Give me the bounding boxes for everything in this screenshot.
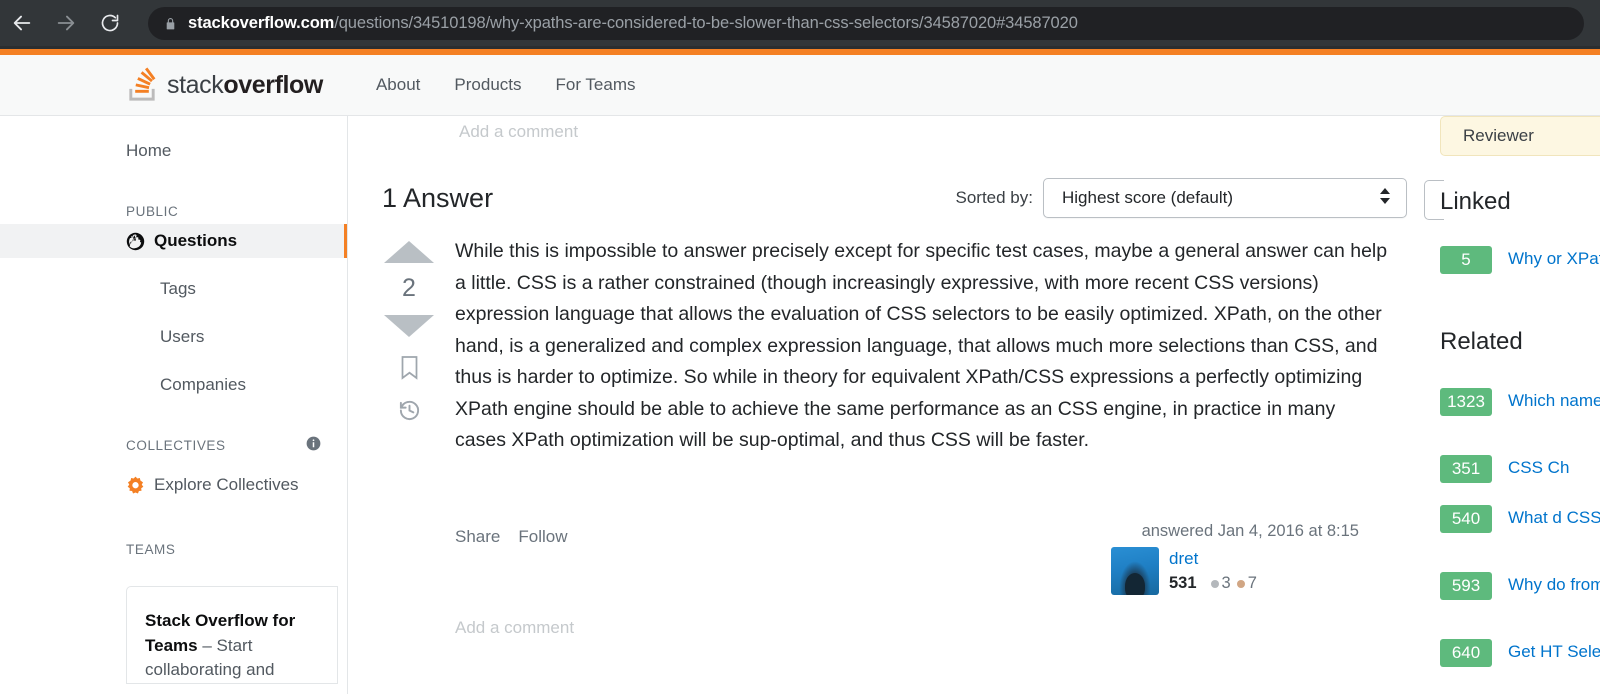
sort-select-value: Highest score (default) xyxy=(1062,188,1234,207)
site-nav: About Products For Teams xyxy=(359,65,653,105)
reviewer-banner[interactable]: Reviewer xyxy=(1440,116,1600,156)
related-item[interactable]: 640 Get HT Seleniu xyxy=(1440,639,1600,667)
sidebar-item-companies[interactable]: Companies xyxy=(0,368,347,402)
page-body: Home PUBLIC Questions Tags Users Compani… xyxy=(0,116,1600,694)
sidebar-heading-teams: TEAMS xyxy=(0,536,347,562)
arrow-up-icon[interactable] xyxy=(384,241,434,263)
sidebar-item-label: Companies xyxy=(160,375,246,394)
history-icon[interactable] xyxy=(398,399,421,427)
collectives-star-icon xyxy=(126,476,147,495)
teams-promo-card[interactable]: Stack Overflow for Teams – Start collabo… xyxy=(126,586,338,684)
nav-item-products[interactable]: Products xyxy=(437,65,538,105)
main-content: Add a comment 1 Answer Sorted by: Highes… xyxy=(349,116,1439,694)
address-bar[interactable]: stackoverflow.com/questions/34510198/why… xyxy=(148,7,1584,40)
sidebar-item-explore-collectives[interactable]: Explore Collectives xyxy=(0,468,347,502)
sidebar-heading-label: TEAMS xyxy=(126,541,176,557)
user-name-link[interactable]: dret xyxy=(1169,549,1198,569)
sort-control: Sorted by: Highest score (default) xyxy=(955,178,1407,218)
site-logo-text: stackoverflow xyxy=(167,71,323,100)
sidebar-heading-label: COLLECTIVES xyxy=(126,437,226,453)
sidebar-item-questions[interactable]: Questions xyxy=(0,224,347,258)
vote-count: 2 xyxy=(402,274,416,302)
arrow-down-icon[interactable] xyxy=(384,315,434,337)
related-item[interactable]: 1323 Which names/ xyxy=(1440,388,1600,416)
answers-header: 1 Answer Sorted by: Highest score (defau… xyxy=(382,178,1407,218)
related-item[interactable]: 593 Why do from rig xyxy=(1440,572,1600,600)
sidebar-item-tags[interactable]: Tags xyxy=(0,272,347,306)
forward-button[interactable] xyxy=(44,0,88,46)
logo-text-bold: overflow xyxy=(223,70,323,99)
vote-count-badge: 1323 xyxy=(1440,388,1492,416)
vote-count-badge: 351 xyxy=(1440,455,1492,483)
nav-item-for-teams[interactable]: For Teams xyxy=(539,65,653,105)
related-question-link[interactable]: Why do from rig xyxy=(1508,572,1600,598)
nav-item-about[interactable]: About xyxy=(359,65,437,105)
linked-question-link[interactable]: Why or XPath i xyxy=(1508,246,1600,272)
vote-count-badge: 593 xyxy=(1440,572,1492,600)
sidebar-item-label: Questions xyxy=(154,231,238,250)
silver-badge-icon xyxy=(1210,579,1219,588)
related-item[interactable]: 540 What d CSS se xyxy=(1440,505,1600,533)
stack-overflow-logo-icon xyxy=(126,67,158,103)
answer-body-text: While this is impossible to answer preci… xyxy=(455,240,1388,451)
bookmark-icon[interactable] xyxy=(399,355,420,385)
sidebar-heading-collectives: COLLECTIVES xyxy=(0,432,347,458)
lock-icon xyxy=(164,16,177,32)
answered-timestamp: answered Jan 4, 2016 at 8:15 xyxy=(1141,522,1359,540)
browser-chrome: stackoverflow.com/questions/34510198/why… xyxy=(0,0,1600,46)
url-text: stackoverflow.com/questions/34510198/why… xyxy=(188,14,1078,33)
related-question-link[interactable]: Which names/ xyxy=(1508,388,1600,414)
info-icon[interactable] xyxy=(306,436,321,454)
arrow-right-icon xyxy=(55,12,77,34)
share-link[interactable]: Share xyxy=(455,527,500,546)
right-sidebar: Reviewer Linked 5 Why or XPath i Related… xyxy=(1440,116,1600,694)
answer-action-links: Share Follow xyxy=(455,527,586,547)
linked-item[interactable]: 5 Why or XPath i xyxy=(1440,246,1600,274)
linked-heading: Linked xyxy=(1440,188,1511,215)
url-host: stackoverflow.com xyxy=(188,14,335,32)
reload-icon xyxy=(100,13,120,33)
arrow-left-icon xyxy=(11,12,33,34)
vote-count-badge: 640 xyxy=(1440,639,1492,667)
bronze-badge-icon xyxy=(1236,579,1245,588)
left-sidebar: Home PUBLIC Questions Tags Users Compani… xyxy=(0,116,348,694)
vote-controls: 2 xyxy=(379,241,439,427)
back-button[interactable] xyxy=(0,0,44,46)
sidebar-heading-label: PUBLIC xyxy=(126,203,179,219)
user-avatar[interactable] xyxy=(1111,547,1159,595)
sidebar-item-label: Home xyxy=(126,141,172,160)
related-question-link[interactable]: What d CSS se xyxy=(1508,505,1600,531)
site-header: stackoverflow About Products For Teams S… xyxy=(0,55,1600,162)
bronze-badge-count: 7 xyxy=(1247,574,1257,592)
sidebar-item-label: Tags xyxy=(160,279,196,298)
sort-select[interactable]: Highest score (default) xyxy=(1043,178,1407,218)
sidebar-item-users[interactable]: Users xyxy=(0,320,347,354)
sidebar-item-label: Users xyxy=(160,327,205,346)
sorted-by-label: Sorted by: xyxy=(955,188,1034,207)
add-comment-link-top[interactable]: Add a comment xyxy=(459,122,578,142)
related-heading: Related xyxy=(1440,328,1523,355)
sidebar-item-home[interactable]: Home xyxy=(0,134,347,168)
add-comment-link-bottom[interactable]: Add a comment xyxy=(455,618,574,638)
related-item[interactable]: 351 CSS Ch xyxy=(1440,455,1600,483)
user-reputation: 531 3 7 xyxy=(1169,574,1257,593)
silver-badge-count: 3 xyxy=(1221,574,1231,592)
follow-link[interactable]: Follow xyxy=(518,527,567,546)
answers-count-title: 1 Answer xyxy=(382,182,494,213)
url-path: /questions/34510198/why-xpaths-are-consi… xyxy=(334,14,1078,32)
globe-icon xyxy=(126,232,147,251)
site-logo[interactable]: stackoverflow xyxy=(126,67,323,103)
vote-count-badge: 540 xyxy=(1440,505,1492,533)
reload-button[interactable] xyxy=(88,0,132,46)
vote-count-badge: 5 xyxy=(1440,246,1492,274)
reviewer-banner-label: Reviewer xyxy=(1463,126,1534,145)
screenshot-root: stackoverflow.com/questions/34510198/why… xyxy=(0,0,1600,694)
reputation-value: 531 xyxy=(1169,574,1197,592)
chevron-updown-icon xyxy=(1378,187,1392,210)
logo-text-light: stack xyxy=(167,70,224,99)
related-question-link[interactable]: Get HT Seleniu xyxy=(1508,639,1600,665)
related-question-link[interactable]: CSS Ch xyxy=(1508,455,1600,481)
sidebar-item-label: Explore Collectives xyxy=(154,475,299,494)
sidebar-heading-public: PUBLIC xyxy=(0,198,347,224)
